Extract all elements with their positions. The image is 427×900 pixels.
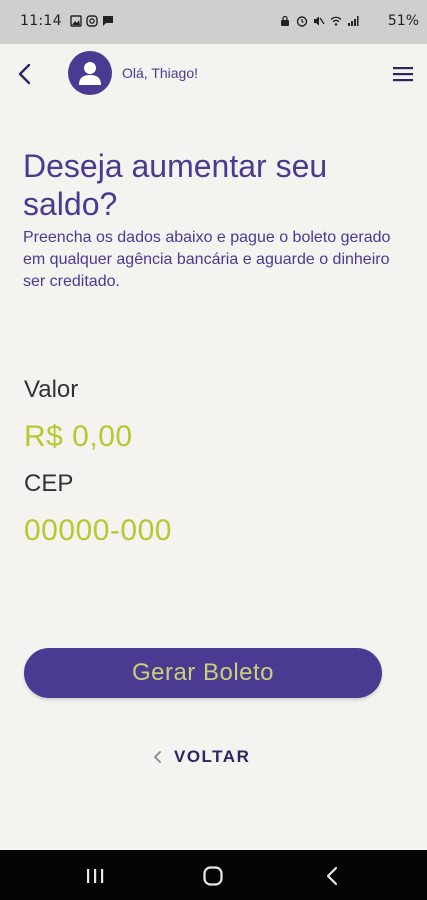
back-icon[interactable] [322,865,344,887]
chevron-left-icon [154,751,161,763]
message-icon [103,16,113,26]
status-time: 11:14 [20,13,62,29]
signal-icon [348,16,359,26]
user-icon [79,62,101,85]
status-system-icons [279,15,359,27]
valor-input[interactable]: R$ 0,00 [24,420,133,454]
back-link-label: VOLTAR [174,747,251,766]
alarm-icon [296,16,308,27]
instagram-icon [86,15,98,27]
chevron-left-icon[interactable] [14,62,36,86]
back-link[interactable]: VOLTAR [152,745,250,769]
page-subtitle: Preencha os dados abaixo e pague o bolet… [23,229,391,290]
gallery-icon [70,15,82,27]
app-header: Olá, Thiago! [0,44,427,104]
valor-label: Valor [24,376,79,403]
cep-label: CEP [24,470,74,497]
generate-boleto-button[interactable]: Gerar Boleto [24,648,382,698]
battery-percentage: 51% [387,13,419,29]
greeting-text: Olá, Thiago! [122,65,199,81]
home-icon[interactable] [202,865,224,887]
generate-boleto-label: Gerar Boleto [131,659,275,686]
status-bar: 11:14 51% [0,0,427,44]
page-title: Deseja aumentar seu saldo? [23,148,328,222]
cep-input[interactable]: 00000-000 [24,514,172,548]
mute-icon [314,16,325,26]
wifi-icon [330,16,342,26]
hamburger-menu-icon[interactable] [393,66,413,82]
avatar[interactable] [68,51,112,95]
lock-icon [281,15,289,26]
recent-apps-icon[interactable] [84,865,106,887]
status-notification-icons [70,15,114,27]
system-nav-bar [0,850,427,900]
